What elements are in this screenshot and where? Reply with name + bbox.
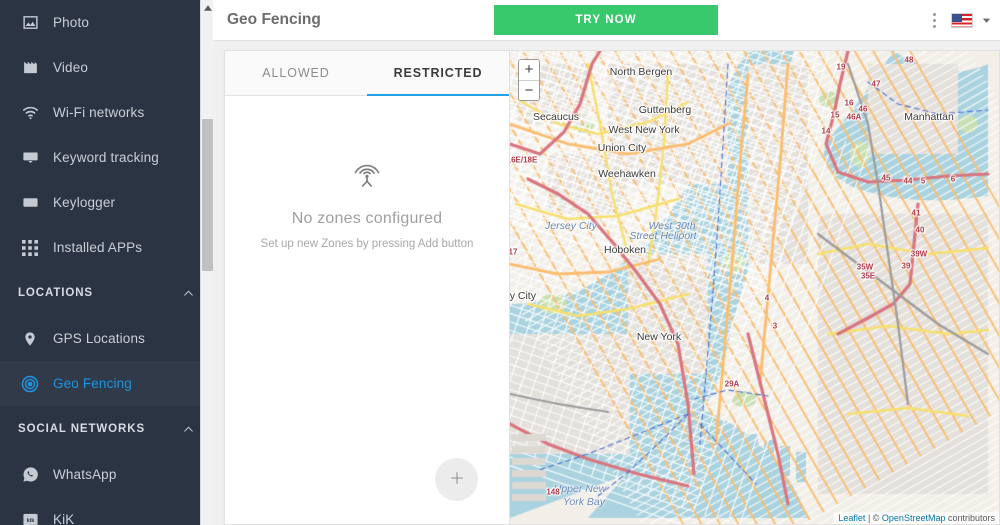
sidebar-item-wifi-networks[interactable]: Wi-Fi networks (0, 90, 213, 135)
sidebar-item-geo-fencing[interactable]: Geo Fencing (0, 361, 213, 406)
broadcast-antenna-icon (351, 158, 383, 193)
zones-panel: ALLOWED RESTRICTED No zones configured S… (224, 50, 509, 525)
keyboard-icon (13, 194, 47, 211)
sidebar-item-label: Wi-Fi networks (53, 105, 145, 120)
top-bar-actions (925, 0, 992, 41)
svg-text:kik: kik (26, 518, 35, 524)
leaflet-link[interactable]: Leaflet (838, 513, 865, 523)
try-now-button[interactable]: TRY NOW (494, 5, 718, 35)
sidebar-group-title: LOCATIONS (18, 287, 93, 299)
sidebar-item-label: Photo (53, 15, 90, 30)
flag-canton (952, 14, 962, 22)
sidebar-item-keylogger[interactable]: Keylogger (0, 180, 213, 225)
zones-empty-state: No zones configured Set up new Zones by … (225, 96, 509, 524)
sidebar-primary-nav: Photo Video Wi-Fi networks Keyword track… (0, 0, 213, 525)
attribution-separator: | © (865, 513, 882, 523)
sidebar-item-label: Geo Fencing (53, 376, 132, 391)
page-title: Geo Fencing (227, 11, 321, 28)
sidebar-scrollbar-thumb[interactable] (202, 119, 213, 271)
sidebar-item-label: KiK (53, 512, 75, 525)
zoom-out-button[interactable]: − (519, 80, 539, 100)
more-vertical-icon[interactable] (925, 10, 943, 32)
chevron-down-icon[interactable] (981, 15, 992, 26)
wifi-icon (13, 103, 47, 122)
add-zone-button[interactable] (435, 458, 478, 501)
zone-tabs: ALLOWED RESTRICTED (225, 51, 509, 96)
video-icon (13, 59, 47, 76)
sidebar-group-title: SOCIAL NETWORKS (18, 423, 146, 435)
sidebar-item-kik[interactable]: kik KiK (0, 497, 213, 525)
sidebar-item-installed-apps[interactable]: Installed APPs (0, 225, 213, 270)
map-attribution: Leaflet | © OpenStreetMap contributors (834, 512, 999, 524)
map-zoom-controls: + − (518, 59, 540, 101)
chevron-up-icon (182, 423, 195, 436)
apps-grid-icon (13, 239, 47, 256)
scroll-up-arrow-icon[interactable] (203, 3, 212, 12)
map-tiles (510, 51, 999, 524)
whatsapp-icon (13, 466, 47, 483)
main-area: Geo Fencing TRY NOW ALLOWED RESTRICTED N… (213, 0, 1000, 525)
keyword-tracking-icon (13, 149, 47, 166)
sidebar-item-label: GPS Locations (53, 331, 146, 346)
sidebar-item-label: Video (53, 60, 89, 75)
sidebar-item-whatsapp[interactable]: WhatsApp (0, 452, 213, 497)
photo-icon (13, 14, 47, 31)
kik-icon: kik (13, 511, 47, 525)
sidebar-item-keyword-tracking[interactable]: Keyword tracking (0, 135, 213, 180)
sidebar-group-social-networks[interactable]: SOCIAL NETWORKS (0, 406, 213, 452)
tab-allowed[interactable]: ALLOWED (225, 51, 367, 95)
content-area: ALLOWED RESTRICTED No zones configured S… (213, 41, 1000, 525)
sidebar-item-gps-locations[interactable]: GPS Locations (0, 316, 213, 361)
openstreetmap-link[interactable]: OpenStreetMap (882, 513, 946, 523)
plus-icon (448, 469, 466, 490)
top-bar: Geo Fencing TRY NOW (213, 0, 1000, 41)
sidebar-scrollbar[interactable] (200, 0, 213, 525)
us-flag-icon[interactable] (951, 13, 973, 28)
sidebar-item-label: Keylogger (53, 195, 116, 210)
app-root: Photo Video Wi-Fi networks Keyword track… (0, 0, 1000, 525)
empty-state-title: No zones configured (291, 210, 443, 227)
leaflet-map[interactable]: + − Leaflet | © OpenStreetMap contributo… (509, 50, 1000, 525)
chevron-up-icon (182, 287, 195, 300)
sidebar-group-locations[interactable]: LOCATIONS (0, 270, 213, 316)
sidebar-item-label: Installed APPs (53, 240, 143, 255)
zoom-in-button[interactable]: + (519, 60, 539, 80)
tab-restricted[interactable]: RESTRICTED (367, 51, 509, 96)
sidebar-item-label: Keyword tracking (53, 150, 159, 165)
sidebar: Photo Video Wi-Fi networks Keyword track… (0, 0, 213, 525)
sidebar-item-photo[interactable]: Photo (0, 0, 213, 45)
empty-state-subtitle: Set up new Zones by pressing Add button (260, 238, 474, 250)
sidebar-item-video[interactable]: Video (0, 45, 213, 90)
map-pin-icon (13, 331, 47, 347)
sidebar-item-label: WhatsApp (53, 467, 117, 482)
target-icon (13, 375, 47, 393)
attribution-suffix: contributors (945, 513, 995, 523)
